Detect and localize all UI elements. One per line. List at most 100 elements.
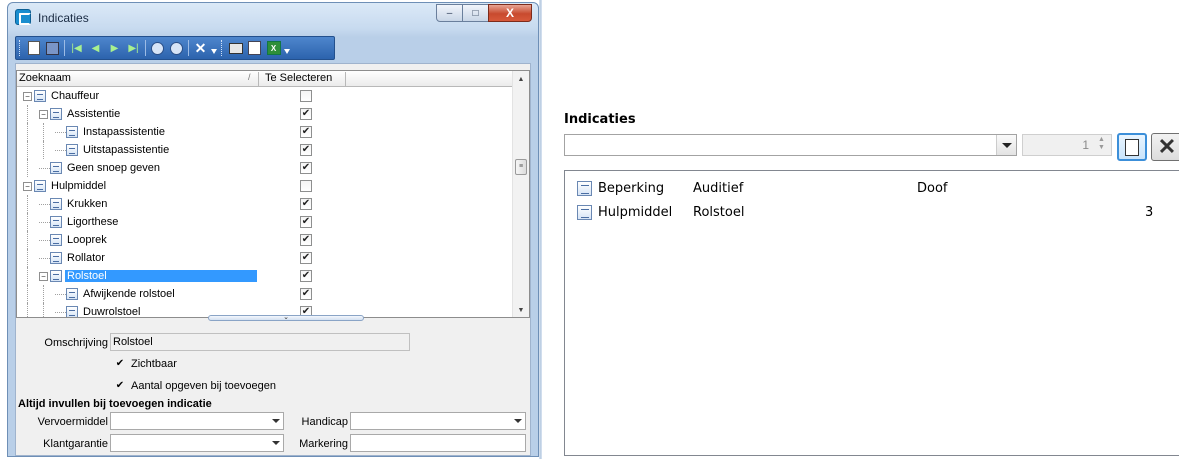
scroll-up-icon[interactable]: ▲ bbox=[513, 71, 529, 88]
tree-row[interactable]: − Chauffeur bbox=[17, 87, 347, 105]
collapse-icon[interactable]: − bbox=[23, 181, 32, 191]
print-icon[interactable] bbox=[227, 40, 244, 57]
tree-node-label: Ligorthese bbox=[67, 216, 119, 228]
new-document-icon[interactable] bbox=[25, 40, 42, 57]
app-icon bbox=[15, 9, 31, 25]
omschrijving-field[interactable]: Rolstoel bbox=[110, 333, 410, 351]
aantal-opgeven-label: Aantal opgeven bij toevoegen bbox=[131, 380, 276, 392]
print-preview-icon[interactable] bbox=[246, 40, 263, 57]
select-checkbox[interactable]: ✔ bbox=[300, 126, 312, 138]
tree-connector bbox=[39, 239, 50, 241]
previous-record-icon[interactable]: ◀ bbox=[87, 40, 104, 57]
toolbar-separator bbox=[188, 40, 189, 56]
tree-row[interactable]: Uitstapassistentie ✔ bbox=[17, 141, 347, 159]
select-checkbox[interactable]: ✔ bbox=[300, 198, 312, 210]
tree-row[interactable]: Geen snoep geven ✔ bbox=[17, 159, 347, 177]
tree-row[interactable]: Instapassistentie ✔ bbox=[17, 123, 347, 141]
tree-row[interactable]: Rollator ✔ bbox=[17, 249, 347, 267]
dropdown-arrow-icon[interactable] bbox=[514, 419, 522, 423]
select-checkbox[interactable]: ✔ bbox=[300, 288, 312, 300]
handicap-select[interactable] bbox=[350, 412, 526, 430]
next-record-icon[interactable]: ▶ bbox=[106, 40, 123, 57]
stop-icon[interactable] bbox=[168, 40, 185, 57]
klantgarantie-select[interactable] bbox=[110, 434, 284, 452]
sort-indicator: / bbox=[248, 72, 251, 82]
stepper-down-icon[interactable]: ▼ bbox=[1093, 144, 1110, 152]
scroll-thumb[interactable]: ≡ bbox=[515, 159, 527, 175]
toolbar-overflow-icon[interactable] bbox=[211, 49, 217, 57]
minimize-button[interactable]: – bbox=[436, 4, 463, 22]
select-checkbox[interactable]: ✔ bbox=[300, 108, 312, 120]
markering-field[interactable] bbox=[350, 434, 526, 452]
maximize-button[interactable]: □ bbox=[462, 4, 489, 22]
remove-indicatie-button[interactable]: ✕ bbox=[1151, 133, 1179, 161]
tree-row[interactable]: − Hulpmiddel bbox=[17, 177, 347, 195]
collapse-icon[interactable]: − bbox=[39, 109, 48, 119]
zichtbaar-label: Zichtbaar bbox=[131, 358, 177, 370]
list-item[interactable]: Hulpmiddel Rolstoel 3 bbox=[577, 202, 1177, 222]
toolbar-grip[interactable] bbox=[221, 40, 224, 56]
quantity-value: 1 bbox=[1082, 138, 1089, 152]
collapse-icon[interactable]: − bbox=[23, 91, 32, 101]
list-item[interactable]: Beperking Auditief Doof bbox=[577, 178, 1177, 198]
item-category: Hulpmiddel bbox=[598, 205, 673, 220]
first-record-icon[interactable]: |◀ bbox=[68, 40, 85, 57]
delete-icon[interactable]: ✕ bbox=[192, 40, 209, 57]
window-edge bbox=[539, 0, 542, 459]
tree-node: − Chauffeur bbox=[23, 90, 101, 102]
tree-row[interactable]: Ligorthese ✔ bbox=[17, 213, 347, 231]
vervoermiddel-select[interactable] bbox=[110, 412, 284, 430]
tree-node: Krukken bbox=[39, 198, 109, 210]
tree-guide-line bbox=[27, 285, 28, 303]
item-category: Beperking bbox=[598, 181, 665, 196]
tree-node: Looprek bbox=[39, 234, 109, 246]
excel-export-icon[interactable] bbox=[265, 40, 282, 57]
dropdown-arrow-icon[interactable] bbox=[996, 135, 1016, 155]
dropdown-arrow-icon[interactable] bbox=[272, 419, 280, 423]
last-record-icon[interactable]: ▶| bbox=[125, 40, 142, 57]
node-icon bbox=[50, 162, 62, 174]
stepper-buttons[interactable]: ▲ ▼ bbox=[1093, 136, 1110, 154]
stepper-up-icon[interactable]: ▲ bbox=[1093, 136, 1110, 144]
tree-row[interactable]: Looprek ✔ bbox=[17, 231, 347, 249]
select-checkbox[interactable]: ✔ bbox=[300, 252, 312, 264]
collapse-icon[interactable]: − bbox=[39, 271, 48, 281]
dropdown-arrow-icon[interactable] bbox=[272, 441, 280, 445]
tree-node: Duwrolstoel bbox=[55, 306, 142, 317]
indicatie-select[interactable] bbox=[564, 134, 1017, 156]
toolbar-grip[interactable] bbox=[19, 40, 22, 56]
tree-row[interactable]: Afwijkende rolstoel ✔ bbox=[17, 285, 347, 303]
panel-splitter[interactable]: ⌄ bbox=[208, 314, 364, 321]
select-checkbox[interactable]: ✔ bbox=[300, 144, 312, 156]
tree-row[interactable]: − Rolstoel ✔ bbox=[17, 267, 347, 285]
markering-label: Markering bbox=[299, 438, 348, 450]
refresh-icon[interactable] bbox=[149, 40, 166, 57]
vertical-scrollbar[interactable]: ▲ ≡ ▼ bbox=[512, 71, 529, 317]
select-checkbox[interactable]: ✔ bbox=[300, 234, 312, 246]
zichtbaar-check-icon[interactable]: ✔ bbox=[114, 358, 126, 370]
toolbar-overflow-icon[interactable] bbox=[284, 49, 290, 57]
content-panel: Zoeknaam / Te Selecteren − Chauffeur − Assi… bbox=[15, 63, 531, 456]
select-checkbox[interactable] bbox=[300, 180, 312, 192]
add-indicatie-button[interactable] bbox=[1117, 133, 1147, 161]
save-icon[interactable] bbox=[44, 40, 61, 57]
tree-row[interactable]: Krukken ✔ bbox=[17, 195, 347, 213]
aantal-check-icon[interactable]: ✔ bbox=[114, 380, 126, 392]
aantal-opgeven-checkbox[interactable]: ✔ Aantal opgeven bij toevoegen bbox=[114, 380, 276, 392]
close-button[interactable]: X bbox=[488, 4, 532, 22]
tree-guide-line bbox=[43, 303, 44, 317]
select-checkbox[interactable]: ✔ bbox=[300, 270, 312, 282]
scroll-down-icon[interactable]: ▼ bbox=[513, 302, 529, 317]
zichtbaar-checkbox[interactable]: ✔ Zichtbaar bbox=[114, 358, 177, 370]
window-title: Indicaties bbox=[38, 11, 89, 25]
select-checkbox[interactable]: ✔ bbox=[300, 216, 312, 228]
tree-row[interactable]: − Assistentie ✔ bbox=[17, 105, 347, 123]
title-bar[interactable]: Indicaties – □ X bbox=[8, 3, 538, 33]
quantity-stepper[interactable]: 1 ▲ ▼ bbox=[1022, 134, 1112, 156]
column-header-te-selecteren[interactable]: Te Selecteren bbox=[262, 72, 346, 86]
select-checkbox[interactable]: ✔ bbox=[300, 162, 312, 174]
column-header-zoeknaam[interactable]: Zoeknaam bbox=[19, 72, 259, 86]
select-checkbox[interactable] bbox=[300, 90, 312, 102]
toolbar-separator bbox=[145, 40, 146, 56]
tree-node: − Assistentie bbox=[39, 108, 122, 120]
